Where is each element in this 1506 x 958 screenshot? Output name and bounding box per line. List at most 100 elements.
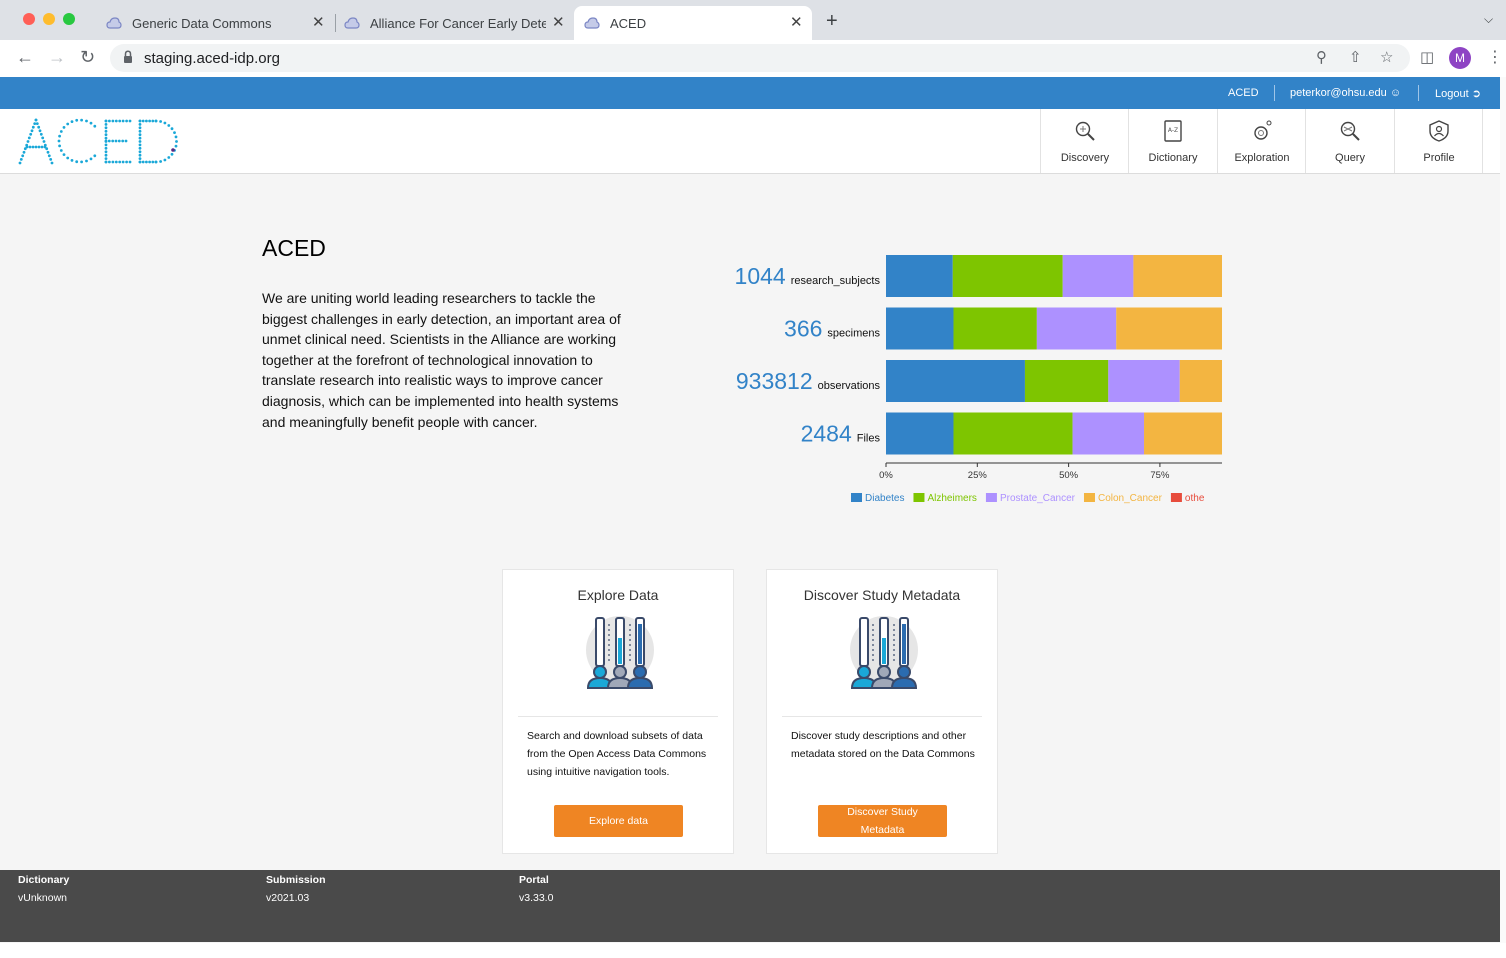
logo-dot: [138, 133, 142, 137]
profile-icon: [1429, 120, 1449, 142]
logo-dot: [171, 148, 175, 152]
logo-dot: [167, 124, 171, 127]
tab-title: ACED: [610, 16, 647, 31]
zoom-icon[interactable]: ⚲: [1316, 48, 1327, 66]
nav-item-discovery[interactable]: Discovery: [1040, 109, 1128, 173]
logo-dot: [121, 119, 125, 123]
logo-dot: [111, 119, 115, 123]
footer-label: Portal: [519, 874, 549, 886]
discovery-icon: [1075, 121, 1095, 141]
logo-dot: [39, 132, 43, 136]
nav-divider: [1482, 109, 1483, 173]
back-arrow-icon[interactable]: ←: [16, 47, 34, 68]
logo-dot: [114, 160, 118, 164]
new-tab-button[interactable]: +: [826, 10, 838, 33]
logo-dot: [154, 160, 158, 164]
reload-icon[interactable]: ↻: [80, 47, 95, 68]
footer-value: vUnknown: [18, 892, 68, 904]
browser-toolbar: ← → ↻ staging.aced-idp.org ⚲ ⇧ ☆ ◫ M ⋮: [0, 40, 1506, 76]
logo-dot: [138, 146, 142, 150]
star-icon[interactable]: ☆: [1380, 48, 1393, 66]
close-icon[interactable]: ✕: [790, 13, 803, 31]
chart-bar-segment: [1116, 307, 1222, 350]
chart-bar-segment: [1144, 412, 1222, 455]
browser-tab-active[interactable]: ACED ✕: [574, 6, 812, 40]
app-link[interactable]: ACED: [1228, 87, 1259, 99]
topbar-divider: [1418, 85, 1419, 101]
tab-search-chevron-icon[interactable]: ⌵: [1484, 12, 1493, 27]
chart-bar-segment: [1179, 360, 1222, 402]
logo-dot: [37, 145, 41, 149]
logo-dot: [118, 160, 122, 164]
chart-bar-segment: [1062, 255, 1134, 297]
chart-x-tick-label: 25%: [968, 470, 988, 481]
logo-dot: [22, 150, 26, 154]
chart-count-label: 1044: [735, 263, 786, 289]
logo-dot: [41, 136, 45, 140]
discover-metadata-button[interactable]: Discover Study Metadata: [818, 805, 947, 837]
logo-dot: [138, 150, 142, 154]
window-maximize-button[interactable]: [63, 13, 75, 25]
logo-dot: [80, 160, 83, 164]
logo-dot: [31, 145, 35, 149]
logo-dot: [66, 156, 70, 160]
logo-dot: [93, 154, 97, 158]
logout-label: Logout: [1435, 88, 1469, 100]
logo-dot: [37, 125, 41, 129]
share-icon[interactable]: ⇧: [1349, 48, 1362, 66]
user-icon: ☺: [1389, 87, 1402, 99]
discover-metadata-illustration: [850, 616, 918, 689]
nav-item-dictionary[interactable]: A-Z Dictionary: [1128, 109, 1216, 173]
logo-dot: [62, 153, 66, 156]
avatar[interactable]: M: [1449, 47, 1471, 69]
chart-legend-swatch: [1170, 493, 1182, 502]
logo-dot: [148, 119, 152, 123]
chart-bar-segment: [886, 412, 954, 455]
forward-arrow-icon[interactable]: →: [48, 47, 66, 68]
browser-tab[interactable]: Alliance For Cancer Early Detec ✕: [334, 6, 572, 40]
logo-dot: [175, 140, 178, 143]
card-title: Discover Study Metadata: [803, 587, 961, 603]
address-bar[interactable]: staging.aced-idp.org: [110, 44, 1410, 72]
logo-dot: [138, 140, 142, 143]
aced-logo[interactable]: [18, 117, 180, 167]
footer-value: v2021.03: [266, 892, 310, 904]
logo-dot: [125, 160, 128, 164]
logo-dot: [62, 126, 66, 129]
scrollbar[interactable]: [1500, 77, 1506, 943]
close-icon[interactable]: ✕: [312, 13, 325, 31]
logo-dot: [118, 119, 122, 123]
chart-bar-segment: [886, 255, 953, 297]
logo-dot: [159, 120, 163, 123]
logo-dot: [27, 136, 31, 140]
window-close-button[interactable]: [23, 13, 35, 25]
user-email-link[interactable]: peterkor@ohsu.edu ☺: [1290, 87, 1401, 99]
side-panel-icon[interactable]: ◫: [1420, 48, 1434, 66]
nav-item-exploration[interactable]: Exploration: [1217, 109, 1305, 173]
discover-metadata-card: Discover Study Metadata Discover study d…: [766, 569, 998, 854]
logo-dot: [128, 119, 132, 123]
logo-dot: [163, 158, 167, 162]
logo-dot: [138, 153, 142, 157]
logo-dot: [70, 120, 74, 123]
logo-dot: [43, 145, 47, 149]
logo-dot: [121, 139, 125, 143]
nav-item-profile[interactable]: Profile: [1394, 109, 1482, 173]
logout-button[interactable]: Logout ➲: [1435, 87, 1481, 100]
window-minimize-button[interactable]: [43, 13, 55, 25]
close-icon[interactable]: ✕: [552, 13, 565, 31]
logo-dot: [50, 161, 54, 165]
chart-x-tick-label: 50%: [1059, 470, 1079, 481]
menu-dots-icon[interactable]: ⋮: [1487, 47, 1503, 67]
user-email: peterkor@ohsu.edu: [1290, 87, 1387, 99]
page-title: ACED: [262, 235, 326, 261]
explore-data-button[interactable]: Explore data: [554, 805, 683, 837]
lock-icon: [124, 50, 132, 63]
chart-legend-swatch: [851, 493, 862, 502]
nav-label: Dictionary: [1148, 152, 1198, 164]
card-title: Explore Data: [577, 587, 659, 603]
nav-item-query[interactable]: Query: [1305, 109, 1393, 173]
logo-dot: [148, 160, 152, 164]
logo-dot: [125, 119, 128, 123]
browser-tab[interactable]: Generic Data Commons ✕: [96, 6, 334, 40]
